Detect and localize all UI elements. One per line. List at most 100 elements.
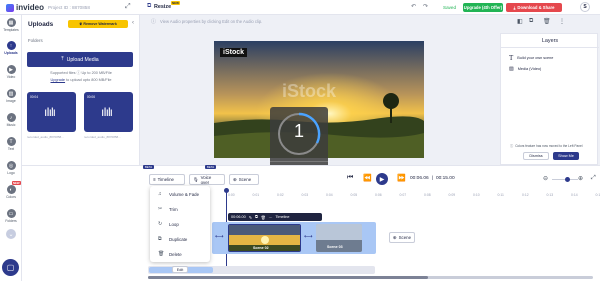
scene-label: Scene 03 xyxy=(327,245,343,249)
menu-item-volume-fade[interactable]: ♫ Volume & Fade xyxy=(150,188,210,200)
upgrade-link[interactable]: Upgrade xyxy=(50,78,65,82)
ruler-tick-label: 0:13 xyxy=(546,193,554,197)
ruler-tick-label: 0:12 xyxy=(522,193,529,197)
scene-button[interactable]: ⊕ Scene xyxy=(229,174,259,185)
video-icon: ▶ xyxy=(6,65,16,74)
chat-icon[interactable]: ▢ xyxy=(2,259,19,276)
resize-icon: ⧉ xyxy=(147,3,152,9)
menu-item-delete[interactable]: 🗑 Delete xyxy=(150,248,210,260)
audio-duration: 00:06 xyxy=(87,95,95,99)
forward-icon[interactable]: ⏩ xyxy=(397,174,406,182)
download-share-label: Download & Share xyxy=(517,5,555,10)
colors-notice: ⓘ Colors feature has now moved to the Le… xyxy=(510,143,583,149)
dismiss-button[interactable]: Dismiss xyxy=(523,152,549,160)
delete-icon[interactable]: 🗑 xyxy=(261,215,266,220)
audio-duration: 00:04 xyxy=(30,95,38,99)
clip-time: 00:06.00 xyxy=(231,215,246,219)
colors-icon: ◐ xyxy=(6,185,16,194)
zoom-out-icon[interactable]: ⊖ xyxy=(543,175,548,182)
duplicate-icon[interactable]: ⧉ xyxy=(255,215,258,219)
rail-item-folders[interactable]: ▭ Folders xyxy=(0,209,22,223)
download-share-button[interactable]: ⤓ Download & Share xyxy=(506,3,562,12)
upload-icon: ↑ xyxy=(6,41,16,50)
ruler-tick-label: 0:15 xyxy=(595,193,600,197)
grid-icon: ▦ xyxy=(6,18,16,27)
layers-toggle-icon[interactable]: ◧ xyxy=(517,18,523,25)
rail-item-video[interactable]: ▶ Video xyxy=(0,65,22,79)
rail-item-text[interactable]: T Text xyxy=(0,137,22,151)
rail-item-colors[interactable]: NEW ◐ Colors xyxy=(0,181,22,199)
menu-label: Trim xyxy=(169,206,178,212)
menu-item-trim[interactable]: ✂ Trim xyxy=(150,203,210,215)
transition-icon[interactable]: ⟷ xyxy=(304,233,313,240)
rail-item-logo[interactable]: ◎ Logo xyxy=(0,161,22,175)
resize-button[interactable]: Resize xyxy=(154,4,171,10)
redo-icon[interactable]: ↷ xyxy=(423,3,428,10)
fit-icon[interactable]: ⤢ xyxy=(591,175,596,182)
user-avatar[interactable]: S xyxy=(580,2,590,12)
chevron-down-icon[interactable]: ⌄ xyxy=(6,229,16,239)
rail-item-templates[interactable]: ▦ Templates xyxy=(0,18,22,32)
delete-icon[interactable]: 🗑 xyxy=(543,18,551,25)
more-icon[interactable]: ⋮ xyxy=(559,18,565,25)
brand-logo[interactable]: invideo xyxy=(6,3,44,12)
more-icon[interactable]: ⋯ xyxy=(269,215,273,220)
playhead-handle[interactable] xyxy=(224,188,229,193)
menu-label: Volume & Fade xyxy=(169,191,200,197)
audio-tile[interactable]: 00:06 ıIılı xyxy=(84,92,133,132)
zoom-slider[interactable] xyxy=(552,177,578,182)
layer-item[interactable]: T Build your own scene xyxy=(509,54,553,62)
duplicate-icon[interactable]: ⧉ xyxy=(529,18,533,25)
add-scene-label: Scene xyxy=(398,235,412,240)
add-scene-button[interactable]: ⊕ Scene xyxy=(389,232,415,243)
upgrade-button[interactable]: Upgrade (4th Offer) xyxy=(463,3,503,12)
edit-pencil-icon[interactable]: ✎ xyxy=(249,215,252,220)
image-icon: ▨ xyxy=(509,66,514,72)
upgrade-note-text: to upload upto 800 MB/File xyxy=(66,78,112,82)
menu-item-loop[interactable]: ↻ Loop xyxy=(150,218,210,230)
play-button[interactable]: ▶ xyxy=(376,173,388,185)
rail-item-uploads[interactable]: ↑ Uploads xyxy=(0,41,22,55)
collapse-panel-icon[interactable]: ‹ xyxy=(132,20,134,26)
rail-item-music[interactable]: ♪ Music xyxy=(0,113,22,127)
undo-icon[interactable]: ↶ xyxy=(411,3,416,10)
zoom-in-icon[interactable]: ⊕ xyxy=(578,175,583,182)
transition-icon[interactable]: ⟷ xyxy=(215,233,224,240)
scrollbar-thumb[interactable] xyxy=(148,276,428,279)
upgrade-note: Upgrade to upload upto 800 MB/File xyxy=(22,78,140,82)
ruler-tick-label: 0:05 xyxy=(350,193,358,197)
project-id: Project ID : 8870858 xyxy=(48,5,90,10)
expand-icon[interactable]: ⤢ xyxy=(125,3,131,11)
divider xyxy=(501,47,599,48)
mic-icon: 🎙 xyxy=(193,176,199,182)
rail-label: Video xyxy=(6,75,16,79)
skip-back-icon[interactable]: ⏮ xyxy=(347,174,353,182)
scene-clip-02[interactable]: Scene 02 xyxy=(228,224,301,252)
upload-media-button[interactable]: ⤒ Upload Media xyxy=(27,52,133,67)
rewind-icon[interactable]: ⏪ xyxy=(363,174,372,182)
top-bar: invideo Project ID : 8870858 ⤢ ⧉ Resize … xyxy=(0,0,600,15)
menu-item-duplicate[interactable]: ⧉ Duplicate xyxy=(150,233,210,245)
audio-tile[interactable]: 00:04 ıIılı xyxy=(27,92,76,132)
audio-edit-button[interactable]: Edit xyxy=(172,266,188,273)
ruler-tick-label: 0:14 xyxy=(571,193,578,197)
audio-name: recorded_audio_8870858... xyxy=(27,135,64,139)
timeline-toggle[interactable]: ≡ Timeline xyxy=(149,174,185,185)
upload-media-label: Upload Media xyxy=(66,56,99,63)
ruler-tick-label: 0:03 xyxy=(301,193,309,197)
show-me-button[interactable]: Show Me xyxy=(553,152,579,160)
duplicate-icon: ⧉ xyxy=(158,235,162,242)
layer-item[interactable]: ▨ Media (Video) xyxy=(509,66,541,72)
rail-item-image[interactable]: ▨ Image xyxy=(0,89,22,103)
clip-toolbar: 00:06.00 ✎ ⧉ 🗑 ⋯ Timeline xyxy=(228,213,322,221)
text-icon: T xyxy=(509,54,514,62)
zoom-handle[interactable] xyxy=(565,177,570,182)
timeline-scrollbar[interactable] xyxy=(148,276,593,279)
scene-clip-03[interactable]: Scene 03 xyxy=(316,224,362,252)
rail-label: Text xyxy=(7,147,15,151)
layer-label: Media (Video) xyxy=(517,67,542,71)
folders-link[interactable]: Folders xyxy=(28,38,43,43)
voice-over-button[interactable]: 🎙 Voice over xyxy=(189,174,225,185)
clip-timeline-label[interactable]: Timeline xyxy=(275,215,289,219)
remove-watermark-button[interactable]: ♛ Remove Watermark xyxy=(68,20,128,28)
